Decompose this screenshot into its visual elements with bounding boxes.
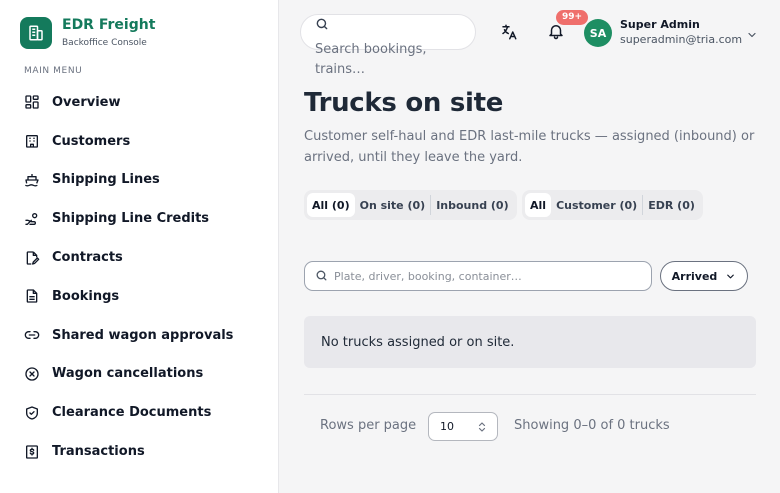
truck-filter-field[interactable] xyxy=(304,261,652,291)
sidebar-item-wagon-cancellations[interactable]: Wagon cancellations xyxy=(24,355,233,394)
hand-coins-icon xyxy=(24,211,40,227)
sidebar-item-shipping-lines[interactable]: Shipping Lines xyxy=(24,161,233,200)
sidebar-item-overview[interactable]: Overview xyxy=(24,83,233,122)
rows-per-page-select[interactable]: 10 xyxy=(428,412,498,441)
page-description: Customer self-haul and EDR last-mile tru… xyxy=(304,129,755,165)
sidebar-item-shipping-line-credits[interactable]: Shipping Line Credits xyxy=(24,199,233,238)
avatar[interactable]: SA xyxy=(584,19,612,47)
rows-per-page-label: Rows per page xyxy=(320,418,417,433)
translate-button[interactable] xyxy=(497,22,521,46)
user-menu[interactable]: Super Admin superadmin@tria.com xyxy=(620,17,742,47)
page-title: Trucks on site xyxy=(304,88,504,118)
user-email: superadmin@tria.com xyxy=(620,33,743,46)
tab-all-status[interactable]: All (0) xyxy=(307,193,355,217)
tab-inbound[interactable]: Inbound (0) xyxy=(431,193,513,217)
sort-dropdown[interactable]: Arrived xyxy=(660,261,748,291)
search-icon xyxy=(315,16,329,35)
rows-per-page-value: 10 xyxy=(440,420,454,433)
sidebar-item-label: Transactions xyxy=(52,444,145,460)
search-icon xyxy=(315,267,328,286)
empty-state: No trucks assigned or on site. xyxy=(304,316,756,368)
sidebar-item-transactions[interactable]: Transactions xyxy=(24,432,233,471)
tab-edr[interactable]: EDR (0) xyxy=(643,193,700,217)
sidebar-item-label: Shared wagon approvals xyxy=(52,327,234,343)
translate-icon xyxy=(500,23,518,45)
chevron-down-icon xyxy=(727,274,735,278)
sort-dropdown-value: Arrived xyxy=(671,269,718,283)
sidebar-item-label: Clearance Documents xyxy=(52,405,212,421)
sidebar-item-label: Bookings xyxy=(52,288,120,304)
status-filter-tabs: All (0) On site (0) Inbound (0) xyxy=(304,190,517,220)
truck-filter-input[interactable] xyxy=(334,269,634,283)
x-circle-icon xyxy=(24,366,40,382)
tab-customer[interactable]: Customer (0) xyxy=(551,193,642,217)
shield-check-icon xyxy=(24,405,40,421)
sidebar-item-label: Overview xyxy=(52,94,121,110)
sidebar-item-label: Shipping Lines xyxy=(52,172,160,188)
sidebar-item-shared-wagon-approvals[interactable]: Shared wagon approvals xyxy=(24,316,233,355)
search-placeholder: Search bookings, trains… xyxy=(315,42,427,77)
global-search-input[interactable]: Search bookings, trains… xyxy=(300,14,476,77)
file-edit-icon xyxy=(24,250,40,266)
source-filter-tabs: All Customer (0) EDR (0) xyxy=(522,190,703,220)
sidebar-item-label: Shipping Line Credits xyxy=(52,211,210,227)
sidebar-item-customers[interactable]: Customers xyxy=(24,122,233,161)
tab-on-site[interactable]: On site (0) xyxy=(355,193,431,217)
tab-all-source[interactable]: All xyxy=(525,193,552,217)
ship-icon xyxy=(24,172,40,188)
building-logo-icon xyxy=(20,16,52,49)
brand-subtitle: Backoffice Console xyxy=(62,38,147,48)
chevron-down-icon[interactable] xyxy=(746,26,758,45)
sidebar-item-label: Customers xyxy=(52,133,131,149)
sidebar: EDR Freight Backoffice Console MAIN MENU… xyxy=(0,0,279,493)
bell-icon xyxy=(547,22,565,44)
file-text-icon xyxy=(24,288,40,304)
link-icon xyxy=(24,327,40,343)
empty-state-message: No trucks assigned or on site. xyxy=(321,334,515,350)
grid-icon xyxy=(24,94,40,110)
sidebar-item-clearance-documents[interactable]: Clearance Documents xyxy=(24,393,233,432)
building-icon xyxy=(24,133,40,149)
receipt-dollar-icon xyxy=(24,444,40,460)
sidebar-item-bookings[interactable]: Bookings xyxy=(24,277,233,316)
user-name: Super Admin xyxy=(620,18,700,31)
divider xyxy=(304,394,756,395)
brand-name: EDR Freight xyxy=(62,17,156,33)
sidebar-item-label: Wagon cancellations xyxy=(52,366,204,382)
notification-badge: 99+ xyxy=(556,10,589,25)
menu-section-title: MAIN MENU xyxy=(24,66,83,76)
pagination-summary: Showing 0–0 of 0 trucks xyxy=(514,418,670,433)
sidebar-item-contracts[interactable]: Contracts xyxy=(24,238,233,277)
sidebar-menu: Overview Customers Shipping Lines Shippi… xyxy=(24,83,233,471)
brand[interactable]: EDR Freight Backoffice Console xyxy=(20,16,155,49)
chevron-up-down-icon xyxy=(478,422,486,432)
sidebar-item-label: Contracts xyxy=(52,250,123,266)
